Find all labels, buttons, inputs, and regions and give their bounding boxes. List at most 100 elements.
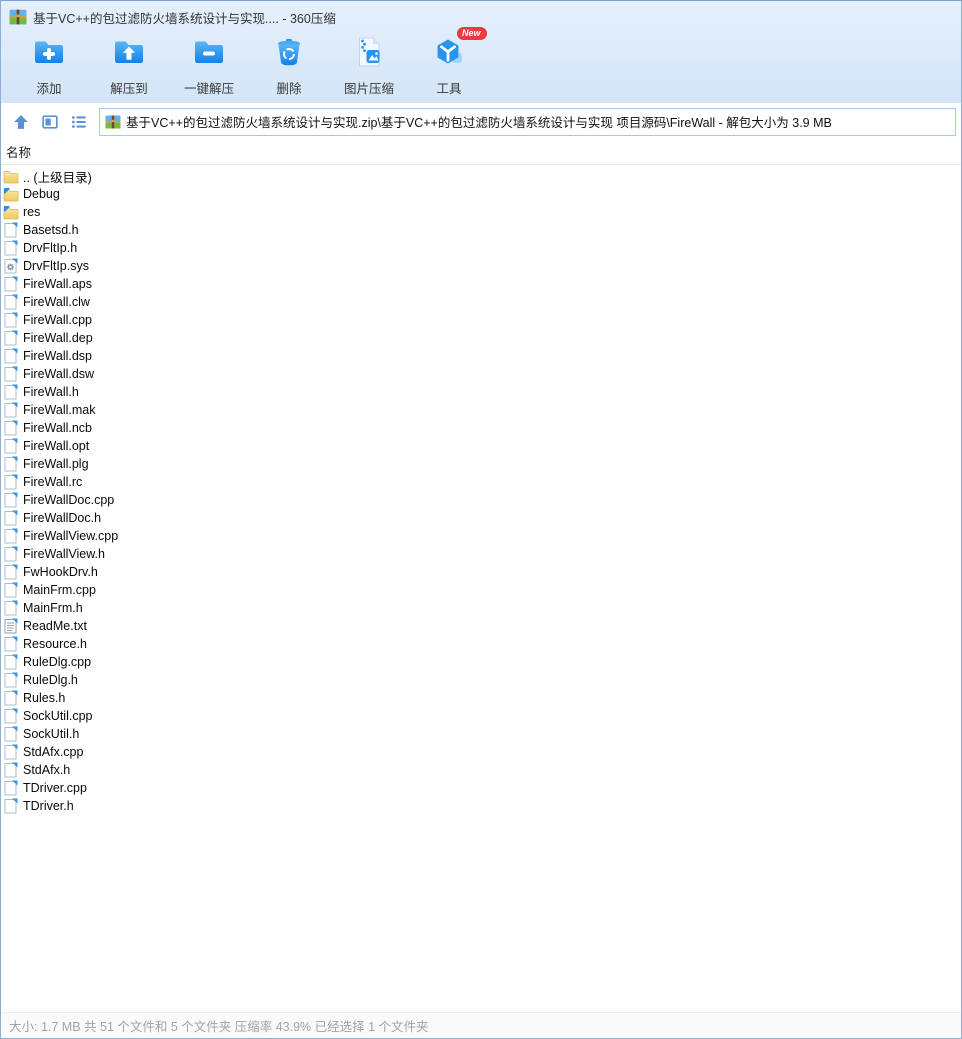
file-name: FireWall.clw	[23, 295, 90, 309]
file-row[interactable]: FireWall.dep	[1, 329, 961, 347]
file-row[interactable]: FireWall.aps	[1, 275, 961, 293]
file-name: FireWall.dep	[23, 331, 93, 345]
one-click-extract-button-label: 一键解压	[183, 82, 234, 96]
file-row[interactable]: .. (上级目录)	[1, 167, 961, 185]
file-row[interactable]: TDriver.h	[1, 797, 961, 815]
file-row[interactable]: MainFrm.cpp	[1, 581, 961, 599]
file-list: 名称 .. (上级目录) Debug res Basetsd.h DrvFltI…	[1, 140, 961, 1012]
new-badge: New	[457, 27, 487, 40]
file-row[interactable]: FireWallView.cpp	[1, 527, 961, 545]
file-row[interactable]: DrvFltIp.sys	[1, 257, 961, 275]
file-row[interactable]: FireWall.plg	[1, 455, 961, 473]
file-row[interactable]: FireWall.cpp	[1, 311, 961, 329]
file-row[interactable]: RuleDlg.h	[1, 671, 961, 689]
file-icon	[3, 492, 19, 508]
file-icon	[3, 798, 19, 814]
file-list-body: .. (上级目录) Debug res Basetsd.h DrvFltIp.h…	[1, 165, 961, 1012]
file-name: FireWall.aps	[23, 277, 92, 291]
address-bar[interactable]: 基于VC++的包过滤防火墙系统设计与实现.zip\基于VC++的包过滤防火墙系统…	[99, 107, 956, 136]
file-row[interactable]: RuleDlg.cpp	[1, 653, 961, 671]
file-row[interactable]: FireWallView.h	[1, 545, 961, 563]
file-name: FireWall.dsw	[23, 367, 95, 381]
file-icon	[3, 564, 19, 580]
file-row[interactable]: FireWall.h	[1, 383, 961, 401]
file-row[interactable]: FireWall.opt	[1, 437, 961, 455]
file-icon	[3, 456, 19, 472]
file-row[interactable]: ReadMe.txt	[1, 617, 961, 635]
file-row[interactable]: Basetsd.h	[1, 221, 961, 239]
image-compress-button[interactable]: 图片压缩	[341, 33, 397, 97]
tools-button-label: 工具	[436, 82, 462, 96]
file-row[interactable]: TDriver.cpp	[1, 779, 961, 797]
file-icon	[3, 528, 19, 544]
add-button-label: 添加	[36, 82, 62, 96]
archive-file-icon	[9, 8, 27, 26]
file-icon	[3, 510, 19, 526]
extract-to-button[interactable]: 解压到	[101, 33, 157, 97]
file-name: FireWall.mak	[23, 403, 96, 417]
status-bar: 大小: 1.7 MB 共 51 个文件和 5 个文件夹 压缩率 43.9% 已经…	[1, 1012, 961, 1038]
add-button[interactable]: 添加	[21, 33, 77, 97]
name-column-header[interactable]: 名称	[1, 140, 961, 165]
file-row[interactable]: StdAfx.cpp	[1, 743, 961, 761]
file-row[interactable]: FireWall.dsw	[1, 365, 961, 383]
file-name: FireWall.dsp	[23, 349, 92, 363]
file-row[interactable]: FireWall.dsp	[1, 347, 961, 365]
preview-pane-button[interactable]	[40, 112, 60, 132]
file-row[interactable]: FireWallDoc.cpp	[1, 491, 961, 509]
file-name: SockUtil.cpp	[23, 709, 93, 723]
file-row[interactable]: DrvFltIp.h	[1, 239, 961, 257]
file-row[interactable]: FireWall.clw	[1, 293, 961, 311]
file-name: MainFrm.h	[23, 601, 83, 615]
toolbar: 添加 解压到 一键解压 删除 图片压缩 New 工具	[1, 27, 961, 103]
file-name: FireWall.plg	[23, 457, 89, 471]
file-icon	[3, 348, 19, 364]
file-row[interactable]: FireWall.ncb	[1, 419, 961, 437]
parent-folder-icon	[3, 168, 19, 184]
file-row[interactable]: StdAfx.h	[1, 761, 961, 779]
delete-button[interactable]: 删除	[261, 33, 317, 97]
file-name: Resource.h	[23, 637, 87, 651]
file-row[interactable]: FireWall.mak	[1, 401, 961, 419]
list-view-button[interactable]	[69, 112, 89, 132]
file-row[interactable]: FireWall.rc	[1, 473, 961, 491]
one-click-extract-icon	[192, 35, 226, 74]
delete-icon	[272, 35, 306, 74]
file-row[interactable]: Rules.h	[1, 689, 961, 707]
file-name: FireWallDoc.cpp	[23, 493, 115, 507]
file-icon	[3, 330, 19, 346]
file-name: TDriver.cpp	[23, 781, 87, 795]
file-icon	[3, 690, 19, 706]
file-name: DrvFltIp.sys	[23, 259, 89, 273]
file-name: res	[23, 205, 41, 219]
file-name: DrvFltIp.h	[23, 241, 78, 255]
file-name: FireWall.ncb	[23, 421, 92, 435]
tools-button[interactable]: New 工具	[421, 27, 487, 97]
file-icon	[3, 384, 19, 400]
file-icon	[3, 294, 19, 310]
file-name: FireWall.rc	[23, 475, 83, 489]
file-icon	[3, 780, 19, 796]
file-row[interactable]: FireWallDoc.h	[1, 509, 961, 527]
up-directory-button[interactable]	[11, 112, 31, 132]
file-row[interactable]: MainFrm.h	[1, 599, 961, 617]
status-text: 大小: 1.7 MB 共 51 个文件和 5 个文件夹 压缩率 43.9% 已经…	[9, 1020, 429, 1034]
file-name: StdAfx.cpp	[23, 745, 84, 759]
nav-icons	[11, 112, 89, 132]
system-file-icon	[3, 258, 19, 274]
file-row[interactable]: SockUtil.h	[1, 725, 961, 743]
file-name: .. (上级目录)	[23, 170, 92, 185]
file-row[interactable]: SockUtil.cpp	[1, 707, 961, 725]
file-row[interactable]: Debug	[1, 185, 961, 203]
file-row[interactable]: res	[1, 203, 961, 221]
archive-file-icon	[105, 114, 121, 130]
file-icon	[3, 726, 19, 742]
text-file-icon	[3, 618, 19, 634]
file-name: SockUtil.h	[23, 727, 80, 741]
file-name: Rules.h	[23, 691, 66, 705]
file-row[interactable]: FwHookDrv.h	[1, 563, 961, 581]
current-path: 基于VC++的包过滤防火墙系统设计与实现.zip\基于VC++的包过滤防火墙系统…	[126, 116, 832, 130]
file-name: FwHookDrv.h	[23, 565, 98, 579]
file-row[interactable]: Resource.h	[1, 635, 961, 653]
one-click-extract-button[interactable]: 一键解压	[181, 33, 237, 97]
